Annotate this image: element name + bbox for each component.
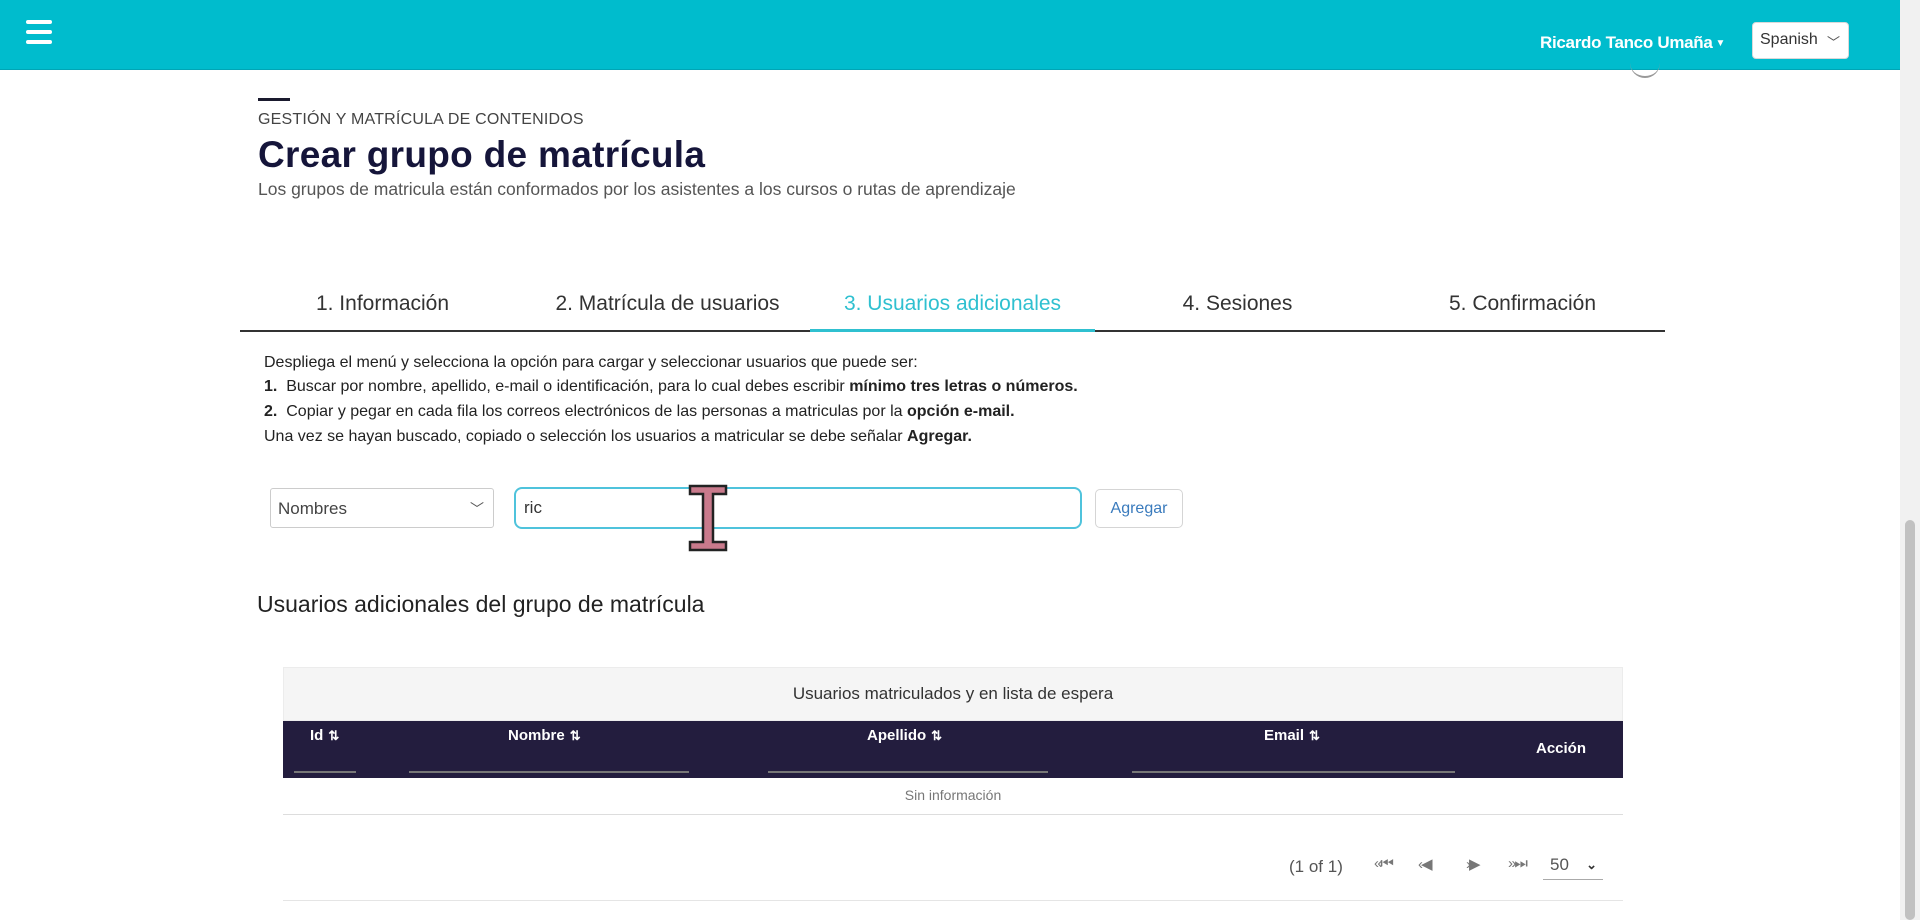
title-accent-line (258, 98, 290, 101)
section-title: Usuarios adicionales del grupo de matríc… (257, 591, 705, 617)
user-search-input[interactable] (514, 487, 1082, 529)
user-name: Ricardo Tanco Umaña (1540, 33, 1713, 52)
top-navbar: Ricardo Tanco Umaña ▼ Spanish ﹀ (0, 0, 1900, 70)
add-button[interactable]: Agregar (1095, 489, 1183, 528)
item-bold: opción e-mail. (907, 403, 1015, 420)
column-filter-nombre[interactable] (409, 771, 689, 773)
outro-text: Una vez se hayan buscado, copiado o sele… (264, 428, 908, 445)
item-bold: mínimo tres letras o números. (849, 378, 1078, 395)
pagination-status: (1 of 1) (1289, 857, 1343, 876)
instructions-item-2: 2. Copiar y pegar en cada fila los corre… (264, 403, 1015, 421)
language-value: Spanish (1760, 31, 1818, 48)
instructions-item-1: 1. Buscar por nombre, apellido, e-mail o… (264, 378, 1078, 396)
sort-icon: ⇅ (328, 728, 340, 743)
item-number: 2. (264, 403, 278, 420)
column-nombre[interactable]: Nombre ⇅ (508, 727, 581, 744)
previous-page-icon[interactable]: ‹◀ (1418, 855, 1432, 873)
search-type-value: Nombres (278, 499, 347, 518)
tab-informacion[interactable]: 1. Información (240, 288, 525, 332)
column-filter-apellido[interactable] (768, 771, 1048, 773)
tab-sesiones[interactable]: 4. Sesiones (1095, 288, 1380, 332)
column-filter-id[interactable] (294, 771, 356, 773)
first-page-icon[interactable]: «⏮ (1374, 855, 1394, 872)
instructions-intro: Despliega el menú y selecciona la opción… (264, 354, 918, 371)
item-text: Copiar y pegar en cada fila los correos … (286, 403, 907, 420)
column-email[interactable]: Email ⇅ (1264, 727, 1320, 744)
tab-usuarios-adicionales[interactable]: 3. Usuarios adicionales (810, 288, 1095, 332)
help-circle-icon[interactable] (1630, 54, 1660, 78)
hamburger-icon[interactable] (26, 20, 52, 44)
chevron-down-icon: ﹀ (1826, 35, 1840, 50)
item-number: 1. (264, 378, 278, 395)
page-overline: GESTIÓN Y MATRÍCULA DE CONTENIDOS (258, 111, 584, 128)
column-label: Nombre (508, 727, 565, 744)
caret-down-icon: ▼ (1715, 38, 1726, 50)
column-accion: Acción (1536, 740, 1587, 757)
outro-bold: Agregar. (907, 428, 972, 445)
wizard-tabs: 1. Información 2. Matrícula de usuarios … (240, 288, 1665, 332)
chevron-down-icon: ﹀ (470, 501, 484, 517)
column-label: Apellido (867, 727, 927, 744)
text-cursor-icon (688, 484, 728, 552)
column-label: Id (310, 727, 324, 744)
tab-confirmacion[interactable]: 5. Confirmación (1380, 288, 1665, 332)
table-empty-row: Sin información (283, 778, 1623, 815)
user-menu[interactable]: Ricardo Tanco Umaña ▼ (1540, 33, 1725, 53)
sort-icon: ⇅ (569, 728, 581, 743)
item-text: Buscar por nombre, apellido, e-mail o id… (286, 378, 850, 395)
chevron-down-icon: ⌄ (1586, 857, 1597, 872)
scrollbar-thumb[interactable] (1905, 520, 1915, 920)
page-scrollbar[interactable] (1900, 0, 1920, 920)
search-type-select[interactable]: Nombres ﹀ (270, 488, 494, 528)
rows-per-page-value: 50 (1550, 855, 1569, 874)
page-subtitle: Los grupos de matricula están conformado… (258, 179, 1016, 199)
next-page-icon[interactable]: ›▶ (1466, 855, 1480, 873)
column-id[interactable]: Id ⇅ (310, 727, 339, 744)
language-select[interactable]: Spanish ﹀ (1752, 22, 1849, 59)
column-filter-email[interactable] (1132, 771, 1455, 773)
tab-matricula-usuarios[interactable]: 2. Matrícula de usuarios (525, 288, 810, 332)
sort-icon: ⇅ (1309, 728, 1320, 743)
column-apellido[interactable]: Apellido ⇅ (867, 727, 942, 744)
table-header: Id ⇅ Nombre ⇅ Apellido ⇅ Email ⇅ Acción (283, 721, 1623, 778)
table-caption: Usuarios matriculados y en lista de espe… (283, 667, 1623, 721)
last-page-icon[interactable]: »⏭ (1508, 855, 1528, 872)
instructions-outro: Una vez se hayan buscado, copiado o sele… (264, 428, 972, 446)
page-title: Crear grupo de matrícula (258, 134, 706, 175)
rows-per-page-select[interactable]: 50 ⌄ (1543, 852, 1603, 880)
sort-icon: ⇅ (931, 728, 943, 743)
column-label: Email (1264, 727, 1305, 744)
table-bottom-border (283, 900, 1623, 901)
